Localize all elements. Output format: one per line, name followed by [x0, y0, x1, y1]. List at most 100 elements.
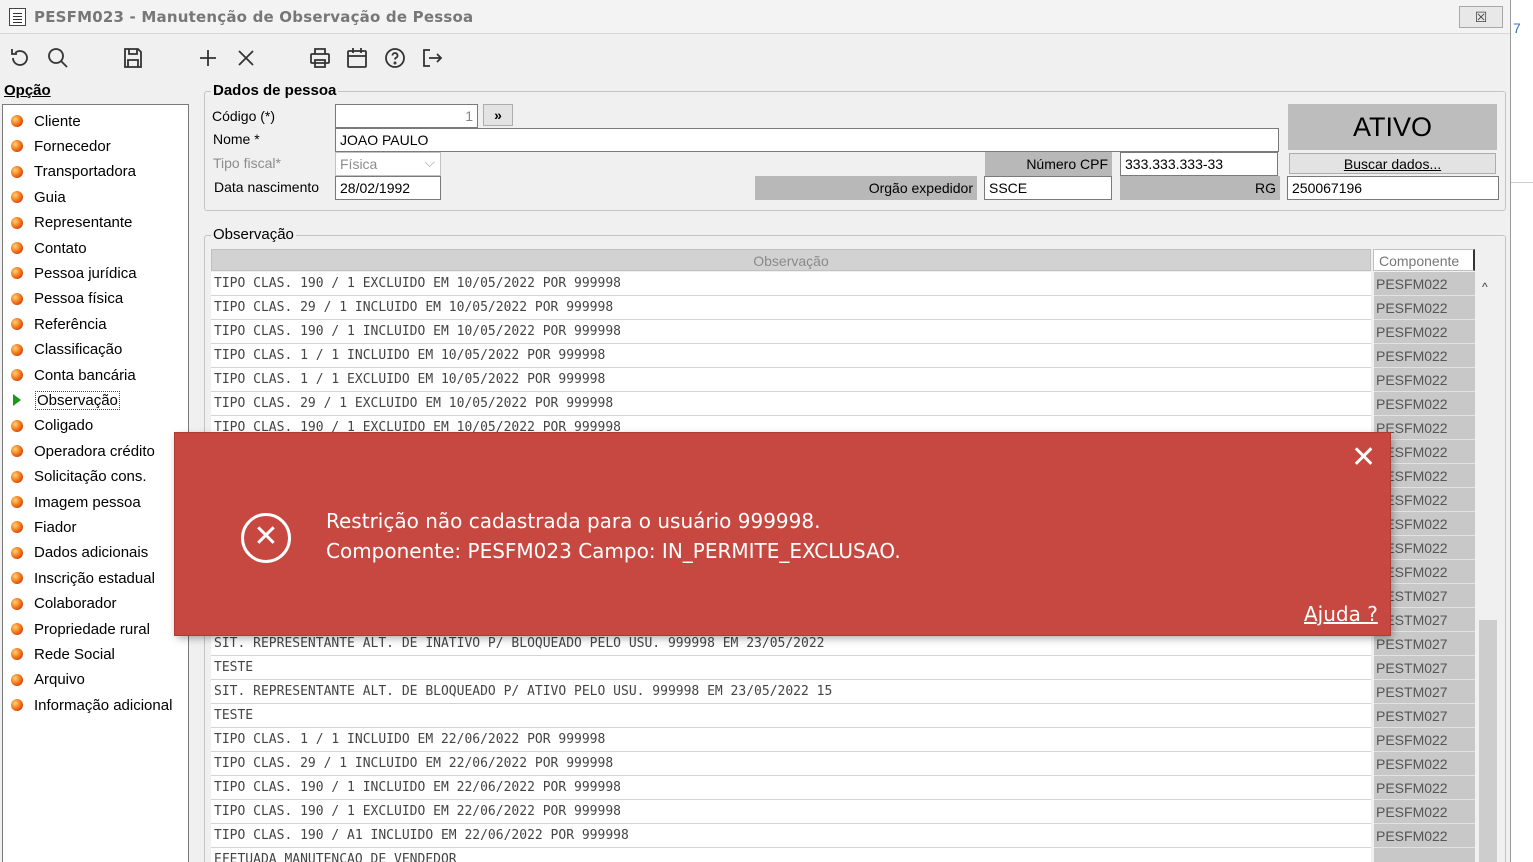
observation-cell[interactable]: SIT. REPRESENTANTE ALT. DE INATIVO P/ BL… — [211, 632, 1371, 656]
add-icon[interactable] — [194, 44, 222, 72]
component-cell[interactable]: PESTM027 — [1374, 704, 1475, 728]
sidebar-item[interactable]: Solicitação cons. — [11, 466, 147, 488]
table-row[interactable]: TESTE PESTM027 — [211, 656, 1475, 680]
observation-cell[interactable]: TESTE — [211, 704, 1371, 728]
table-row[interactable]: TIPO CLAS. 1 / 1 INCLUIDO EM 22/06/2022 … — [211, 728, 1475, 752]
window-close-button[interactable]: ☒ — [1459, 6, 1503, 28]
sidebar-item[interactable]: Representante — [11, 212, 132, 234]
sidebar-item[interactable]: Inscrição estadual — [11, 567, 155, 589]
sidebar-item[interactable]: Colaborador — [11, 593, 117, 615]
tax-type-select[interactable]: Física ⌵ — [335, 152, 441, 176]
sidebar-item[interactable]: Pessoa jurídica — [11, 262, 137, 284]
table-row[interactable]: TIPO CLAS. 1 / 1 INCLUIDO EM 10/05/2022 … — [211, 344, 1475, 368]
scrollbar-thumb[interactable] — [1479, 620, 1497, 862]
column-header-componente[interactable]: Componente — [1373, 249, 1475, 271]
component-cell[interactable]: PESFM022 — [1374, 344, 1475, 368]
sidebar-item[interactable]: Classificação — [11, 339, 122, 361]
sidebar-item[interactable]: Arquivo — [11, 669, 85, 691]
help-icon[interactable] — [381, 44, 409, 72]
sidebar-item[interactable]: Guia — [11, 186, 66, 208]
table-row[interactable]: TIPO CLAS. 190 / 1 INCLUIDO EM 10/05/202… — [211, 320, 1475, 344]
cpf-input[interactable]: 333.333.333-33 — [1120, 152, 1278, 176]
observation-cell[interactable]: TIPO CLAS. 1 / 1 INCLUIDO EM 22/06/2022 … — [211, 728, 1371, 752]
component-cell[interactable]: PESFM022 — [1374, 296, 1475, 320]
observation-cell[interactable]: EFETUADA MANUTENCAO DE VENDEDOR — [211, 848, 1371, 862]
component-cell[interactable]: PESFM022 — [1374, 824, 1475, 848]
table-row[interactable]: TIPO CLAS. 190 / A1 INCLUIDO EM 22/06/20… — [211, 824, 1475, 848]
rg-input[interactable]: 250067196 — [1287, 176, 1499, 200]
table-row[interactable]: TIPO CLAS. 29 / 1 INCLUIDO EM 10/05/2022… — [211, 296, 1475, 320]
sidebar-item[interactable]: Cliente — [11, 110, 81, 132]
component-cell[interactable]: PESFM022 — [1374, 320, 1475, 344]
sidebar-item[interactable]: Observação — [11, 389, 120, 411]
component-cell[interactable]: PESFM022 — [1374, 272, 1475, 296]
observation-cell[interactable]: TIPO CLAS. 190 / 1 INCLUIDO EM 22/06/202… — [211, 776, 1371, 800]
code-input[interactable]: 1 — [335, 104, 478, 128]
observation-cell[interactable]: TIPO CLAS. 29 / 1 INCLUIDO EM 22/06/2022… — [211, 752, 1371, 776]
birth-date-input[interactable]: 28/02/1992 — [335, 176, 441, 200]
table-row[interactable]: TIPO CLAS. 190 / 1 EXCLUIDO EM 22/06/202… — [211, 800, 1475, 824]
component-cell[interactable]: PESFM022 — [1374, 800, 1475, 824]
component-cell[interactable]: PESTM027 — [1374, 632, 1475, 656]
sidebar-item[interactable]: Operadora crédito — [11, 440, 155, 462]
undo-icon[interactable] — [6, 44, 34, 72]
sidebar-item[interactable]: Contato — [11, 237, 87, 259]
sidebar-item[interactable]: Fiador — [11, 516, 77, 538]
observation-cell[interactable]: TIPO CLAS. 190 / 1 EXCLUIDO EM 22/06/202… — [211, 800, 1371, 824]
table-row[interactable]: TIPO CLAS. 190 / 1 EXCLUIDO EM 10/05/202… — [211, 272, 1475, 296]
component-cell[interactable]: PESTM027 — [1374, 680, 1475, 704]
observation-cell[interactable]: TIPO CLAS. 1 / 1 INCLUIDO EM 10/05/2022 … — [211, 344, 1371, 368]
sidebar-item[interactable]: Informação adicional — [11, 694, 172, 716]
sidebar-item[interactable]: Rede Social — [11, 643, 115, 665]
calendar-icon[interactable] — [343, 44, 371, 72]
component-cell[interactable]: PESFM022 — [1374, 728, 1475, 752]
delete-icon[interactable] — [232, 44, 260, 72]
table-row[interactable]: TIPO CLAS. 29 / 1 INCLUIDO EM 22/06/2022… — [211, 752, 1475, 776]
observation-cell[interactable]: TIPO CLAS. 1 / 1 EXCLUIDO EM 10/05/2022 … — [211, 368, 1371, 392]
exit-icon[interactable] — [418, 44, 446, 72]
observation-cell[interactable]: TIPO CLAS. 190 / 1 EXCLUIDO EM 10/05/202… — [211, 272, 1371, 296]
save-icon[interactable] — [119, 44, 147, 72]
observation-cell[interactable]: TIPO CLAS. 190 / 1 INCLUIDO EM 10/05/202… — [211, 320, 1371, 344]
column-header-observacao[interactable]: Observação — [211, 249, 1371, 271]
component-cell[interactable] — [1374, 848, 1475, 862]
print-icon[interactable] — [306, 44, 334, 72]
sidebar-item[interactable]: Transportadora — [11, 161, 136, 183]
table-row[interactable]: TIPO CLAS. 190 / 1 INCLUIDO EM 22/06/202… — [211, 776, 1475, 800]
help-link[interactable]: Ajuda ? — [1304, 602, 1378, 626]
sidebar-item[interactable]: Pessoa física — [11, 288, 123, 310]
observation-cell[interactable]: TIPO CLAS. 29 / 1 INCLUIDO EM 10/05/2022… — [211, 296, 1371, 320]
component-cell[interactable]: PESFM022 — [1374, 368, 1475, 392]
sidebar-item[interactable]: Referência — [11, 313, 107, 335]
close-icon[interactable]: ✕ — [1351, 443, 1376, 473]
table-row[interactable]: TESTE PESTM027 — [211, 704, 1475, 728]
sidebar-item[interactable]: Fornecedor — [11, 135, 111, 157]
table-row[interactable]: TIPO CLAS. 1 / 1 EXCLUIDO EM 10/05/2022 … — [211, 368, 1475, 392]
sidebar-item[interactable]: Imagem pessoa — [11, 491, 141, 513]
sidebar-item[interactable]: Dados adicionais — [11, 542, 148, 564]
scroll-up-icon[interactable]: ^ — [1482, 280, 1488, 294]
table-row[interactable]: SIT. REPRESENTANTE ALT. DE INATIVO P/ BL… — [211, 632, 1475, 656]
observation-cell[interactable]: SIT. REPRESENTANTE ALT. DE BLOQUEADO P/ … — [211, 680, 1371, 704]
search-icon[interactable] — [44, 44, 72, 72]
code-label: Código (*) — [212, 108, 276, 124]
observation-cell[interactable]: TIPO CLAS. 29 / 1 EXCLUIDO EM 10/05/2022… — [211, 392, 1371, 416]
component-cell[interactable]: PESTM027 — [1374, 656, 1475, 680]
observation-cell[interactable]: TESTE — [211, 656, 1371, 680]
observation-cell[interactable]: TIPO CLAS. 190 / A1 INCLUIDO EM 22/06/20… — [211, 824, 1371, 848]
name-input[interactable]: JOAO PAULO — [335, 128, 1279, 152]
component-cell[interactable]: PESFM022 — [1374, 392, 1475, 416]
sidebar-item[interactable]: Conta bancária — [11, 364, 136, 386]
table-row[interactable]: SIT. REPRESENTANTE ALT. DE BLOQUEADO P/ … — [211, 680, 1475, 704]
table-row[interactable]: EFETUADA MANUTENCAO DE VENDEDOR — [211, 848, 1475, 862]
table-scrollbar[interactable]: ^ — [1477, 272, 1499, 862]
component-cell[interactable]: PESFM022 — [1374, 776, 1475, 800]
component-cell[interactable]: PESFM022 — [1374, 752, 1475, 776]
issuer-input[interactable]: SSCE — [984, 176, 1112, 200]
code-lookup-button[interactable]: » — [483, 104, 513, 126]
search-data-button[interactable]: Buscar dados... — [1289, 153, 1496, 174]
bullet-icon — [11, 673, 23, 686]
sidebar-item[interactable]: Propriedade rural — [11, 618, 150, 640]
table-row[interactable]: TIPO CLAS. 29 / 1 EXCLUIDO EM 10/05/2022… — [211, 392, 1475, 416]
sidebar-item[interactable]: Coligado — [11, 415, 93, 437]
